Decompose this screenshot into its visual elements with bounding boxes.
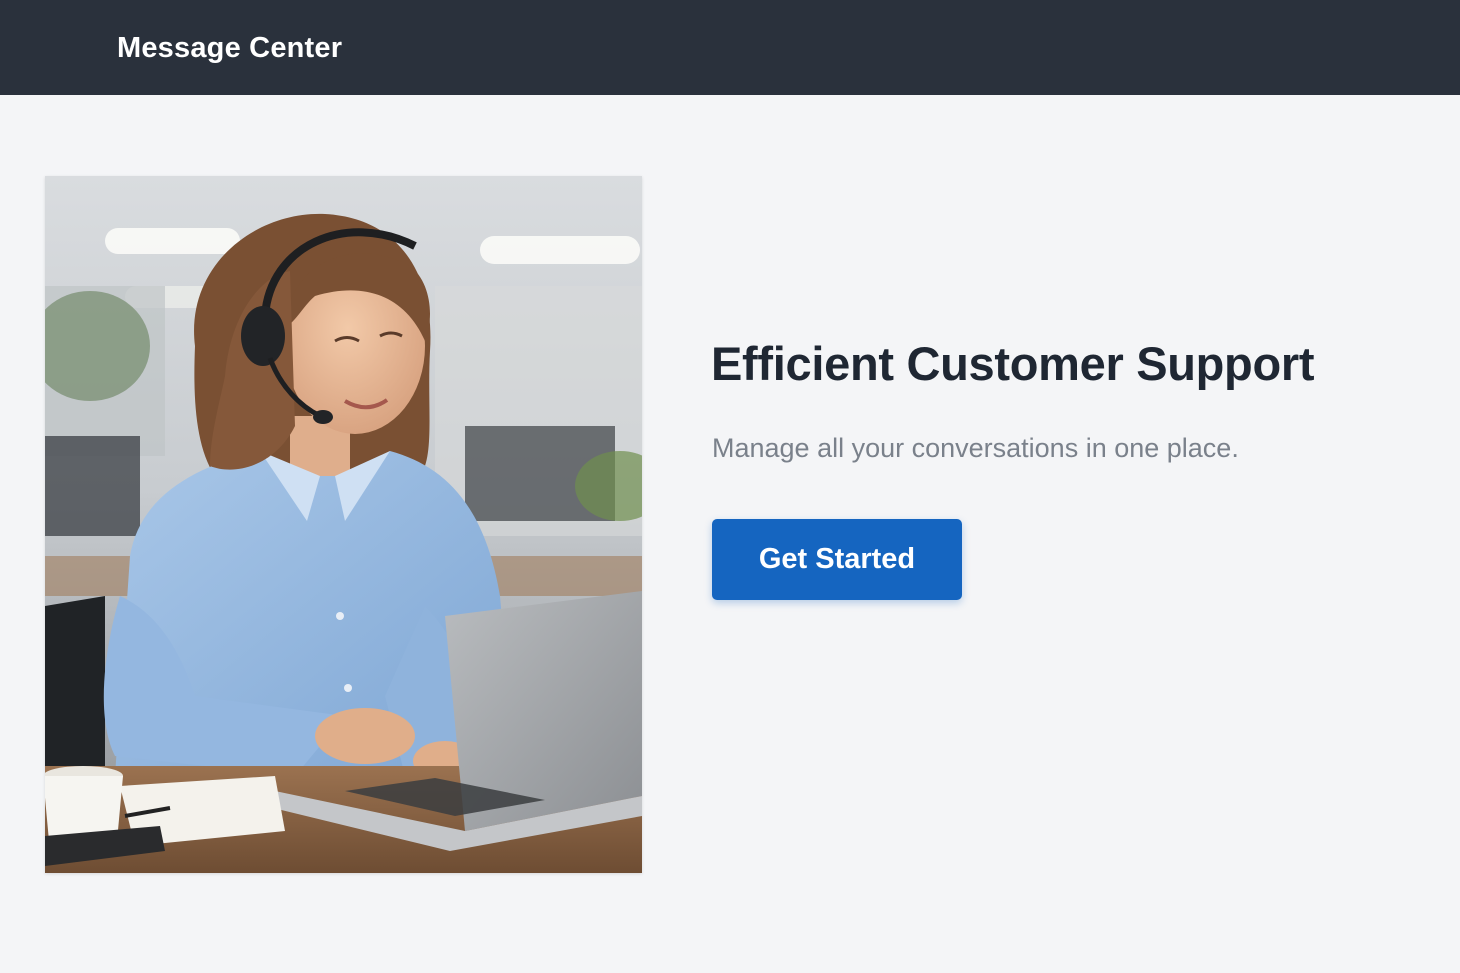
hero-image	[45, 176, 642, 873]
get-started-button[interactable]: Get Started	[712, 519, 962, 600]
top-navigation-bar: Message Center	[0, 0, 1460, 95]
hero-heading: Efficient Customer Support	[711, 337, 1315, 390]
hero-subheading: Manage all your conversations in one pla…	[712, 433, 1239, 463]
app-title: Message Center	[117, 32, 343, 64]
